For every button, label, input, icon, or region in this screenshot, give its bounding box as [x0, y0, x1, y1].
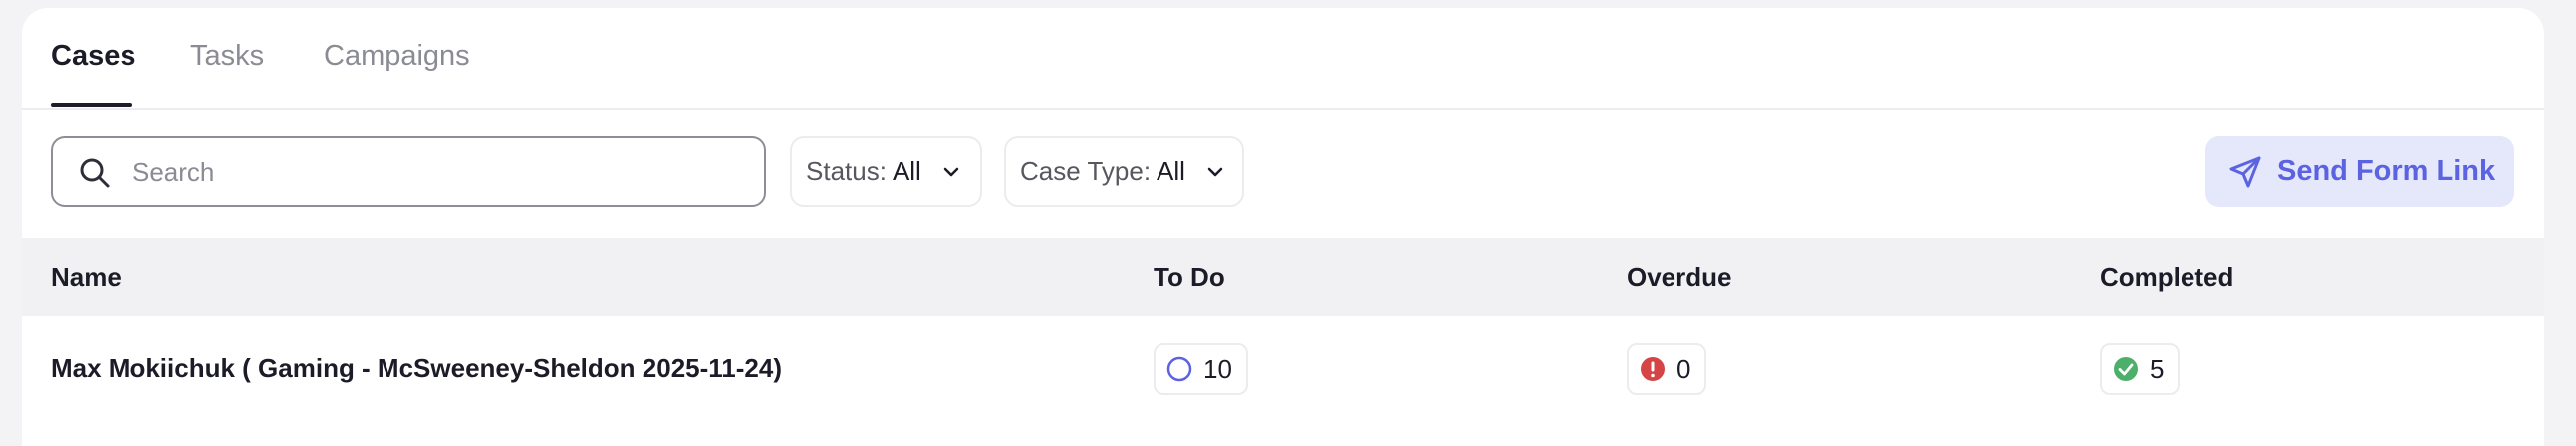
column-header-completed[interactable]: Completed — [2100, 262, 2233, 293]
todo-count: 10 — [1203, 353, 1232, 384]
send-form-link-label: Send Form Link — [2277, 155, 2496, 187]
send-form-link-button[interactable]: Send Form Link — [2205, 136, 2514, 207]
check-circle-icon — [2114, 357, 2138, 381]
search-icon — [80, 158, 110, 188]
column-header-overdue[interactable]: Overdue — [1627, 262, 1732, 293]
tab-campaigns[interactable]: Campaigns — [324, 40, 470, 73]
case-type-filter-dropdown[interactable]: Case Type: All — [1004, 136, 1244, 207]
table-header: Name To Do Overdue Completed — [22, 238, 2544, 316]
completed-count-badge: 5 — [2100, 343, 2181, 395]
paper-plane-icon — [2229, 156, 2261, 188]
cases-panel: Cases Tasks Campaigns Status: All Case T… — [22, 8, 2544, 446]
todo-count-badge: 10 — [1154, 343, 1248, 395]
chevron-down-icon — [1207, 167, 1223, 176]
column-header-todo[interactable]: To Do — [1154, 262, 1225, 293]
status-filter-dropdown[interactable]: Status: All — [790, 136, 982, 207]
tab-tasks[interactable]: Tasks — [190, 40, 264, 73]
case-name[interactable]: Max Mokiichuk ( Gaming - McSweeney-Sheld… — [51, 353, 782, 384]
table-row[interactable]: Max Mokiichuk ( Gaming - McSweeney-Sheld… — [22, 316, 2544, 425]
completed-count: 5 — [2150, 353, 2165, 384]
status-filter-value: All — [892, 156, 921, 186]
status-filter-label: Status: — [806, 156, 887, 186]
overdue-count-badge: 0 — [1627, 343, 1707, 395]
search-input[interactable] — [130, 138, 732, 207]
tab-cases[interactable]: Cases — [51, 40, 135, 73]
case-type-filter-label: Case Type: — [1020, 156, 1152, 186]
todo-circle-icon — [1166, 356, 1192, 382]
tab-bar: Cases Tasks Campaigns — [22, 8, 2544, 110]
alert-icon — [1641, 357, 1665, 381]
search-box[interactable] — [51, 136, 766, 207]
chevron-down-icon — [943, 167, 959, 176]
column-header-name[interactable]: Name — [51, 262, 122, 293]
case-type-filter-value: All — [1157, 156, 1185, 186]
active-tab-indicator — [51, 103, 132, 107]
overdue-count: 0 — [1676, 353, 1691, 384]
